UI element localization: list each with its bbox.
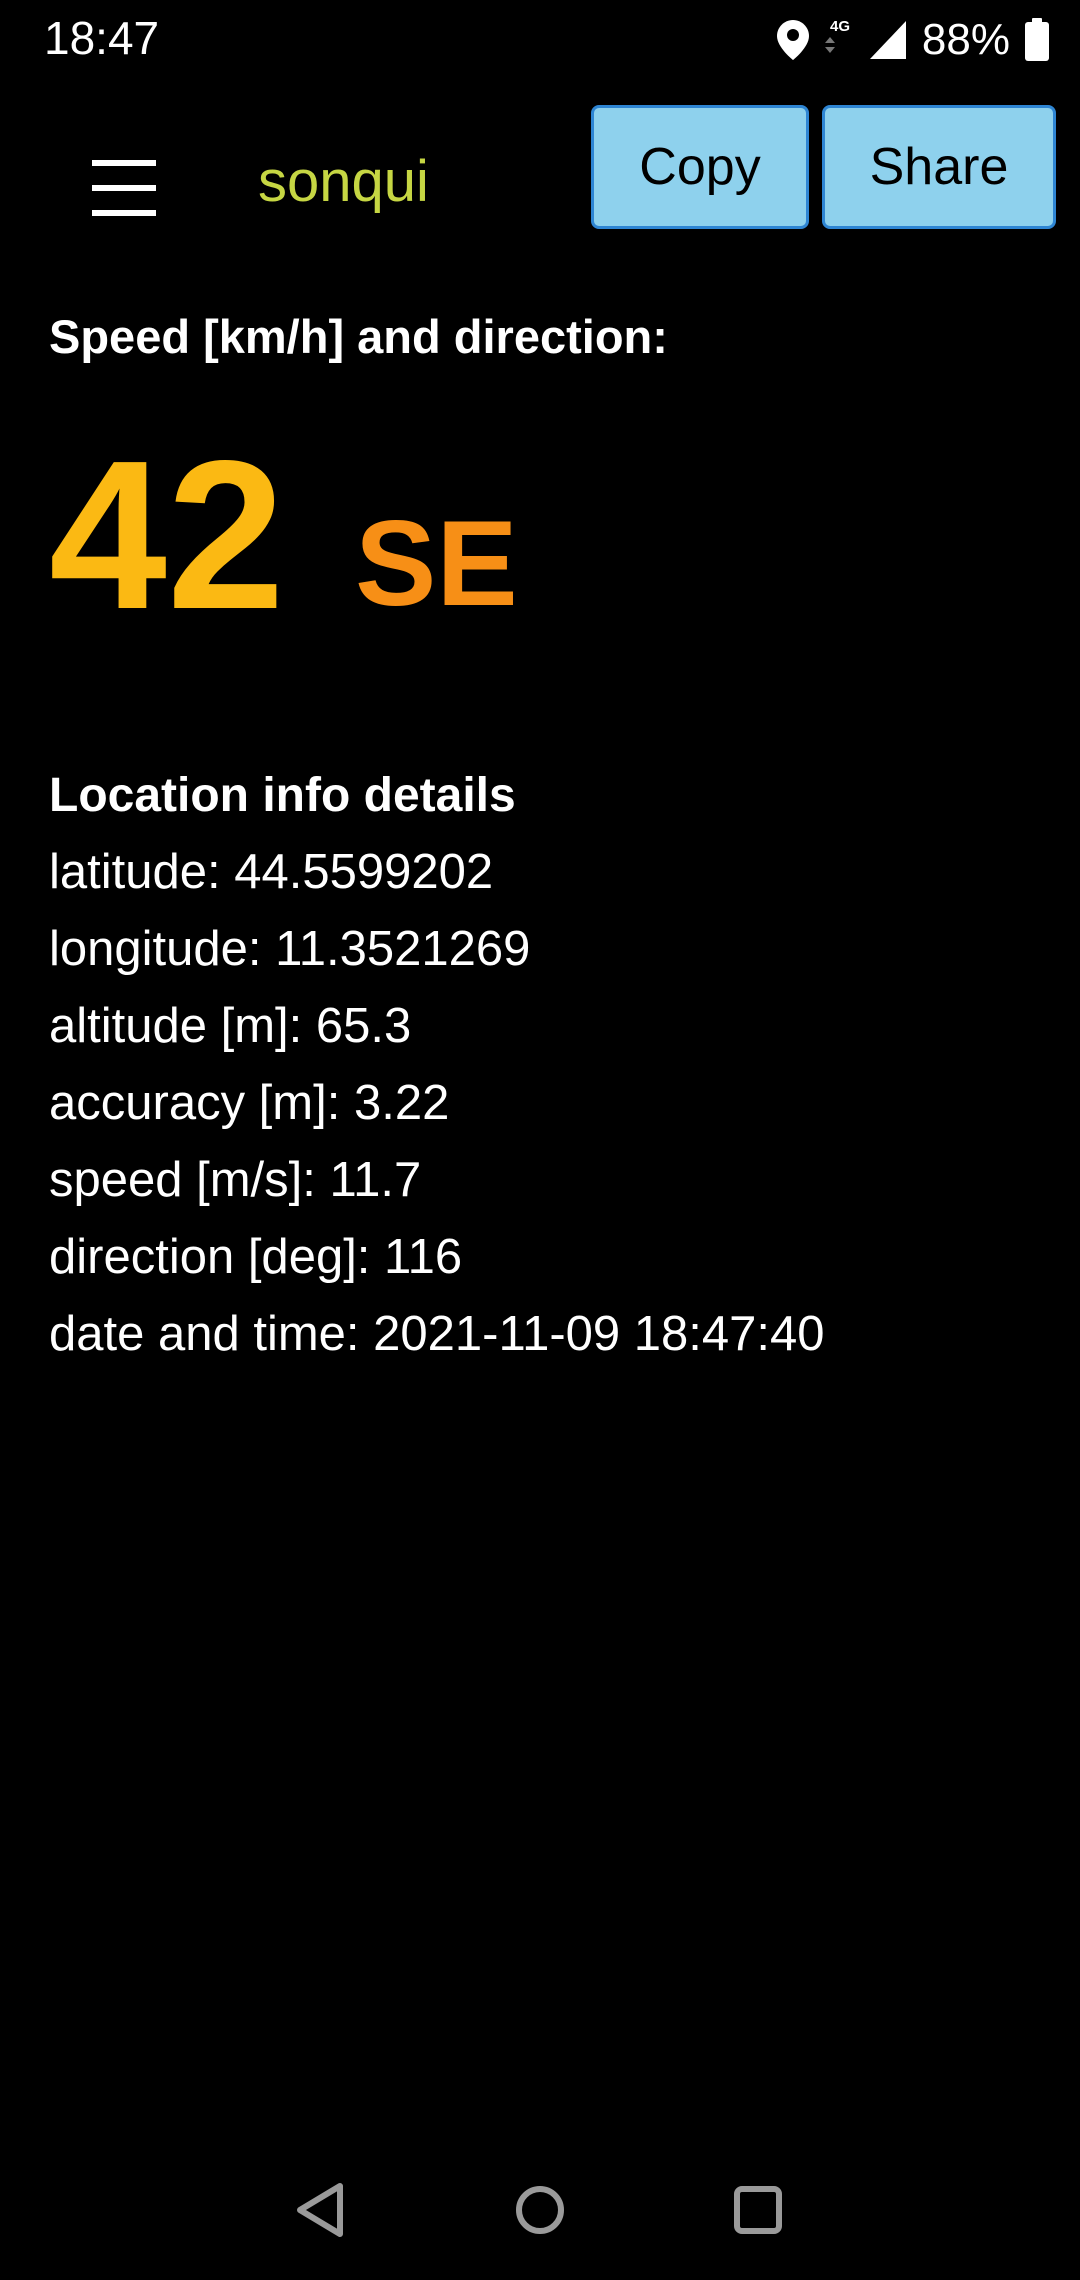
details-heading: Location info details — [49, 769, 516, 822]
detail-longitude: longitude: 11.3521269 — [49, 922, 531, 976]
signal-icon — [868, 19, 908, 61]
detail-date-time: date and time: 2021-11-09 18:47:40 — [49, 1307, 825, 1361]
location-icon — [776, 19, 810, 61]
recents-icon — [720, 2172, 796, 2248]
speed-value: 42 — [49, 416, 285, 653]
status-icons: 4G 88% — [776, 12, 1050, 68]
svg-text:4G: 4G — [830, 18, 850, 35]
hamburger-menu-icon — [92, 158, 170, 218]
menu-button[interactable] — [92, 152, 170, 224]
home-icon — [502, 2172, 578, 2248]
main-content: Speed [km/h] and direction: 42 SE Locati… — [49, 300, 1049, 1361]
back-button[interactable] — [284, 2172, 360, 2248]
recents-button[interactable] — [720, 2172, 796, 2248]
network-4g-icon: 4G — [824, 17, 854, 63]
copy-button[interactable]: Copy — [591, 105, 809, 229]
battery-percentage: 88% — [921, 15, 1010, 64]
speed-direction: SE — [355, 495, 518, 631]
back-icon — [284, 2172, 360, 2248]
detail-speed: speed [m/s]: 11.7 — [49, 1153, 422, 1207]
detail-accuracy: accuracy [m]: 3.22 — [49, 1076, 450, 1130]
status-time: 18:47 — [44, 12, 160, 64]
status-bar: 18:47 4G 88% — [0, 0, 1080, 78]
navigation-bar — [0, 2160, 1080, 2260]
location-details: Location info details latitude: 44.55992… — [49, 758, 1049, 1373]
home-button[interactable] — [502, 2172, 578, 2248]
detail-latitude: latitude: 44.5599202 — [49, 845, 494, 899]
detail-direction: direction [deg]: 116 — [49, 1230, 463, 1284]
app-title: sonqui — [258, 149, 429, 214]
detail-altitude: altitude [m]: 65.3 — [49, 999, 412, 1053]
share-button[interactable]: Share — [822, 105, 1056, 229]
app-bar: sonqui Copy Share — [0, 100, 1080, 240]
battery-icon — [1024, 18, 1050, 62]
speed-heading: Speed [km/h] and direction: — [49, 310, 668, 363]
